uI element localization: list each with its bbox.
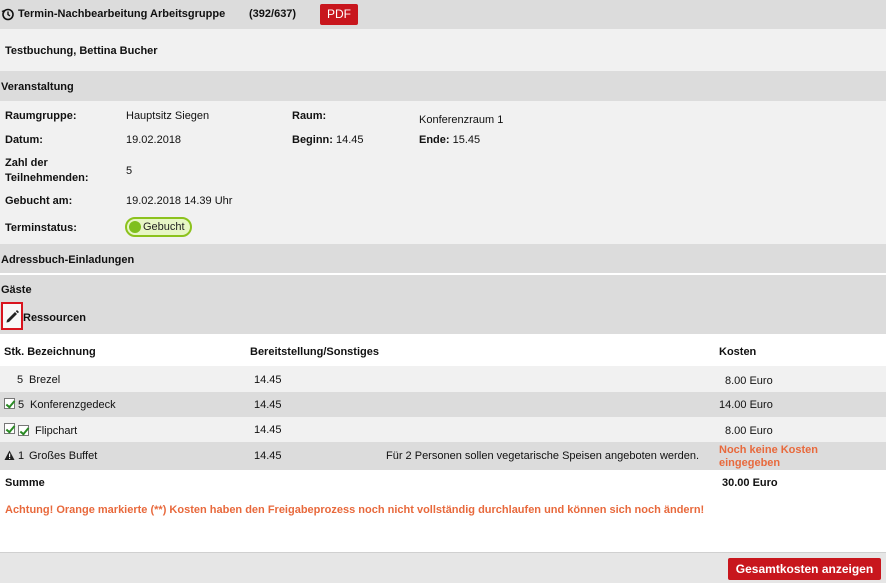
col-kosten: Kosten bbox=[719, 346, 757, 358]
row-name: Flipchart bbox=[35, 425, 78, 437]
section-veranstaltung: Veranstaltung bbox=[0, 71, 886, 101]
gebucht-value: 19.02.2018 14.39 Uhr bbox=[126, 195, 233, 207]
section-gaeste[interactable]: Gäste bbox=[0, 275, 886, 302]
row-kosten: 14.00 Euro bbox=[719, 399, 773, 411]
checkbox-checked-icon[interactable] bbox=[18, 425, 29, 436]
history-icon bbox=[1, 7, 15, 21]
status-label: Terminstatus: bbox=[5, 222, 77, 234]
beginn: Beginn: 14.45 bbox=[292, 134, 364, 146]
datum-value: 19.02.2018 bbox=[126, 134, 182, 146]
page-title: Termin-Nachbearbeitung Arbeitsgruppe bbox=[18, 8, 226, 20]
table-row: 1 Großes Buffet 14.45 Für 2 Personen sol… bbox=[0, 442, 886, 470]
checkbox-checked-icon[interactable] bbox=[4, 423, 15, 434]
warning-text: Achtung! Orange markierte (**) Kosten ha… bbox=[5, 504, 705, 516]
pdf-button[interactable]: PDF bbox=[320, 4, 358, 25]
warning-row: Achtung! Orange markierte (**) Kosten ha… bbox=[0, 496, 886, 522]
row-kosten-warning-2: eingegeben bbox=[719, 457, 781, 469]
checkbox-checked-icon[interactable] bbox=[4, 398, 15, 409]
raumgruppe-value: Hauptsitz Siegen bbox=[126, 110, 210, 122]
row-kosten-warning-1: Noch keine Kosten bbox=[719, 444, 819, 456]
booking-name: Testbuchung, Bettina Bucher bbox=[5, 45, 158, 57]
record-counter: (392/637) bbox=[249, 8, 297, 20]
warning-triangle-icon bbox=[4, 450, 15, 461]
row-name: Brezel bbox=[29, 374, 61, 386]
row-zeit: 14.45 bbox=[254, 424, 282, 436]
table-row: Flipchart 14.45 8.00 Euro bbox=[0, 417, 886, 442]
raum-label: Raum: bbox=[292, 110, 327, 122]
row-zeit: 14.45 bbox=[254, 374, 282, 386]
section-title: Gäste bbox=[1, 284, 32, 296]
status-value: Gebucht bbox=[143, 221, 185, 233]
section-ressourcen: Ressourcen bbox=[0, 302, 886, 334]
summe-row: Summe 30.00 Euro bbox=[0, 470, 886, 496]
row-name: Konferenzgedeck bbox=[30, 399, 116, 411]
booking-name-row: Testbuchung, Bettina Bucher bbox=[0, 29, 886, 71]
row-name: Großes Buffet bbox=[29, 450, 98, 462]
summe-value: 30.00 Euro bbox=[722, 477, 778, 489]
raumgruppe-label: Raumgruppe: bbox=[5, 110, 77, 122]
row-stk: 5 bbox=[17, 374, 24, 386]
section-adressbuch[interactable]: Adressbuch-Einladungen bbox=[0, 244, 886, 274]
section-title: Veranstaltung bbox=[1, 81, 74, 93]
raum-value: Konferenzraum 1 bbox=[419, 114, 504, 126]
summe-label: Summe bbox=[5, 477, 45, 489]
header-bar: Termin-Nachbearbeitung Arbeitsgruppe (39… bbox=[0, 0, 886, 29]
toggle-knob bbox=[129, 221, 141, 233]
teilnehmer-value: 5 bbox=[126, 165, 133, 177]
row-sonstiges: Für 2 Personen sollen vegetarische Speis… bbox=[386, 450, 700, 462]
table-row: 5 Konferenzgedeck 14.45 14.00 Euro bbox=[0, 392, 886, 417]
row-kosten: 8.00 Euro bbox=[725, 425, 773, 437]
row-stk: 5 bbox=[18, 399, 25, 411]
section-title: Adressbuch-Einladungen bbox=[1, 254, 135, 266]
col-bereitstellung: Bereitstellung/Sonstiges bbox=[250, 346, 379, 358]
col-stk-bezeichnung: Stk. Bezeichnung bbox=[4, 346, 96, 358]
edit-resources-button[interactable] bbox=[1, 302, 23, 330]
resources-header-row: Stk. Bezeichnung Bereitstellung/Sonstige… bbox=[0, 334, 886, 366]
pencil-icon bbox=[5, 309, 20, 324]
show-total-costs-button[interactable]: Gesamtkosten anzeigen bbox=[728, 558, 881, 580]
status-toggle[interactable]: Gebucht bbox=[125, 217, 192, 237]
datum-label: Datum: bbox=[5, 134, 43, 146]
row-kosten: 8.00 Euro bbox=[725, 375, 773, 387]
row-zeit: 14.45 bbox=[254, 399, 282, 411]
section-title: Ressourcen bbox=[23, 312, 86, 324]
row-stk: 1 bbox=[18, 450, 25, 462]
ende: Ende: 15.45 bbox=[419, 134, 481, 146]
gebucht-label: Gebucht am: bbox=[5, 195, 73, 207]
teilnehmer-label-2: Teilnehmenden: bbox=[5, 172, 89, 184]
table-row: 5 Brezel 14.45 8.00 Euro bbox=[0, 366, 886, 392]
row-zeit: 14.45 bbox=[254, 450, 282, 462]
teilnehmer-label-1: Zahl der bbox=[5, 157, 48, 169]
